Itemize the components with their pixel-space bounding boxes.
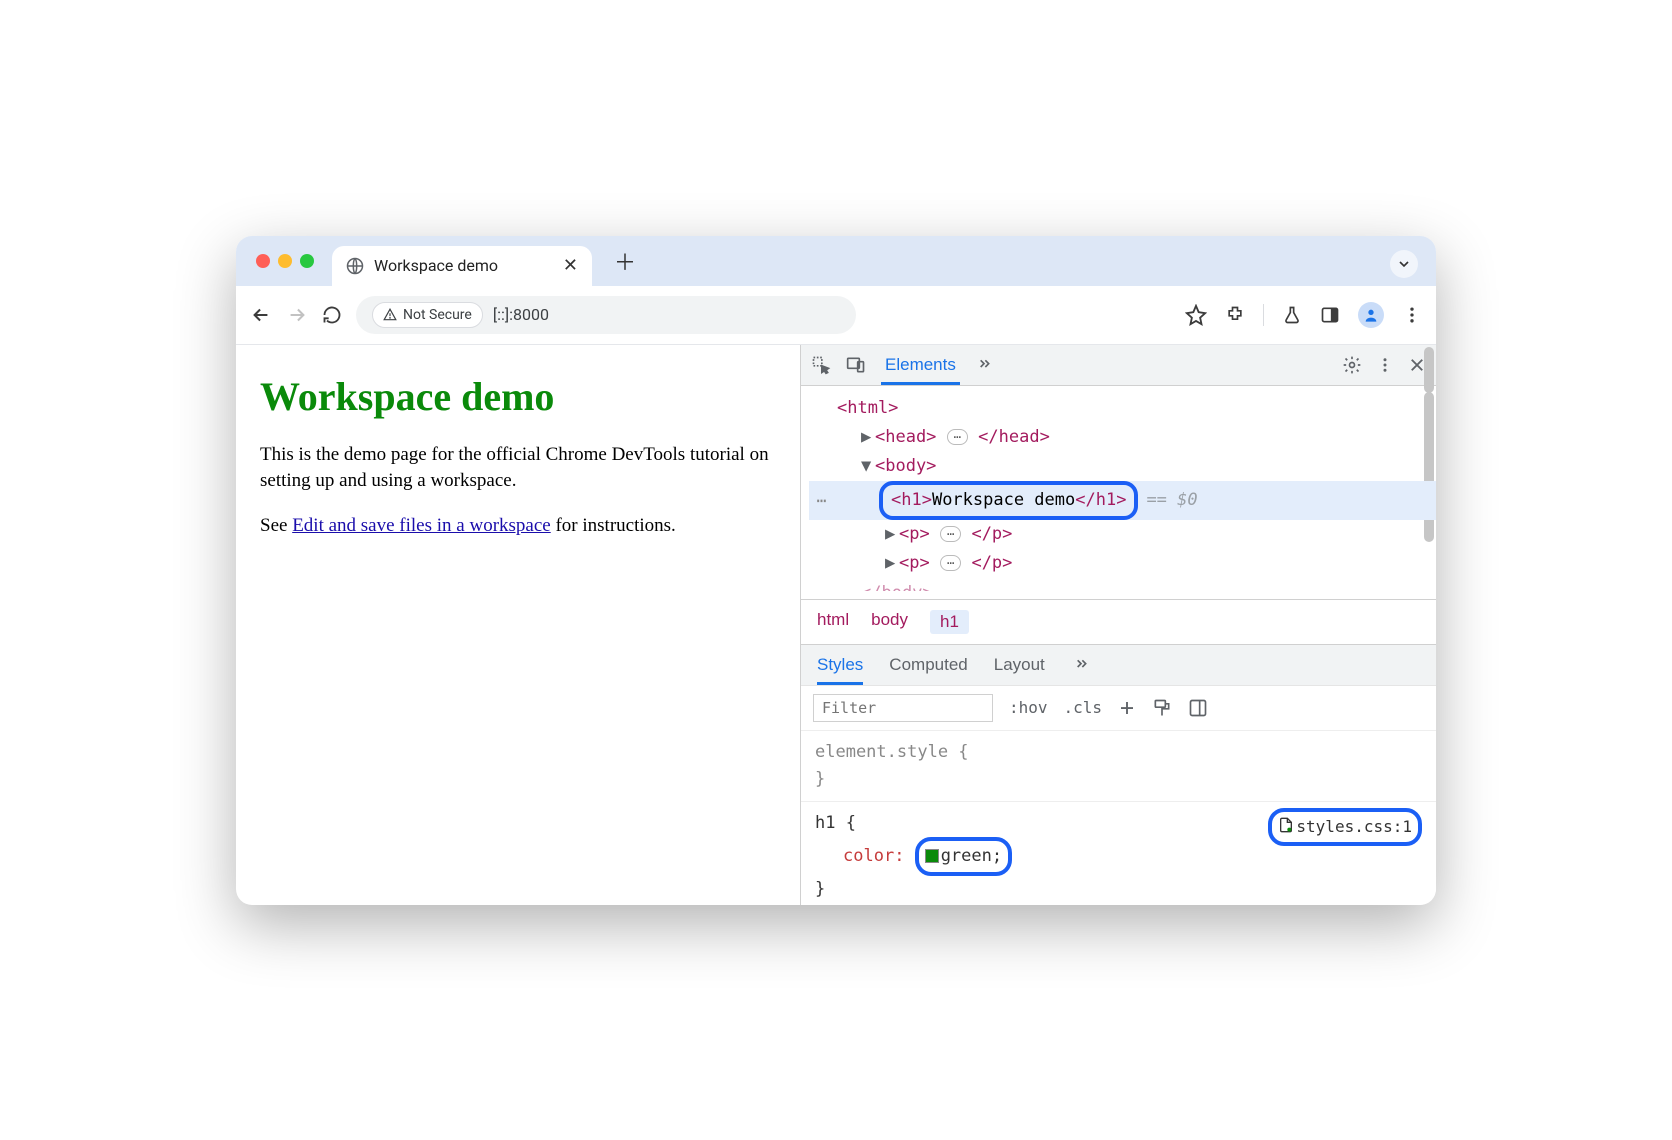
scrollbar-styles[interactable]	[1424, 347, 1434, 393]
dom-html[interactable]: <html>	[809, 394, 1436, 423]
file-icon	[1278, 815, 1294, 841]
crumb-h1[interactable]: h1	[930, 610, 969, 634]
highlight-color-value: green;	[915, 837, 1012, 876]
para2-pre: See	[260, 515, 292, 536]
dom-p2[interactable]: ▶<p> ⋯ </p>	[809, 549, 1436, 578]
browser-tab[interactable]: Workspace demo ✕	[332, 246, 592, 286]
color-swatch[interactable]	[925, 849, 939, 863]
dollar-zero: == $0	[1146, 487, 1197, 514]
css-value-green[interactable]: green	[941, 846, 992, 866]
window-controls	[256, 254, 314, 268]
address-bar[interactable]: Not Secure [::]:8000	[356, 296, 856, 334]
styles-subpanel-tabs: Styles Computed Layout	[801, 644, 1436, 685]
window-maximize-button[interactable]	[300, 254, 314, 268]
window-minimize-button[interactable]	[278, 254, 292, 268]
browser-toolbar: Not Secure [::]:8000	[236, 286, 1436, 345]
crumb-html[interactable]: html	[817, 610, 849, 634]
toolbar-divider	[1263, 304, 1264, 326]
h1-rule-close: }	[815, 876, 1422, 903]
elements-tab[interactable]: Elements	[881, 345, 960, 385]
toolbar-right	[1185, 302, 1422, 328]
hov-toggle[interactable]: :hov	[1009, 698, 1048, 717]
para2-post: for instructions.	[551, 515, 676, 536]
page-heading: Workspace demo	[260, 373, 776, 420]
dom-head[interactable]: ▶<head> ⋯ </head>	[809, 423, 1436, 452]
dom-h1-selected[interactable]: ⋯ <h1>Workspace demo</h1> == $0	[809, 481, 1436, 520]
security-label: Not Secure	[403, 307, 472, 323]
reload-button[interactable]	[322, 305, 342, 325]
element-style-close: }	[815, 766, 1422, 793]
h1-rule-block[interactable]: styles.css:1 h1 { color: green; }	[801, 801, 1436, 905]
gear-icon[interactable]	[1342, 355, 1362, 375]
page-paragraph-2: See Edit and save files in a workspace f…	[260, 513, 776, 540]
tab-list-dropdown[interactable]	[1390, 250, 1418, 278]
side-panel-icon[interactable]	[1320, 305, 1340, 325]
nav-forward-button[interactable]	[286, 304, 308, 326]
new-tab-button[interactable]: ＋	[606, 241, 644, 281]
page-paragraph-1: This is the demo page for the official C…	[260, 442, 776, 495]
labs-icon[interactable]	[1282, 305, 1302, 325]
crumb-body[interactable]: body	[871, 610, 908, 634]
dom-p1[interactable]: ▶<p> ⋯ </p>	[809, 520, 1436, 549]
dom-body[interactable]: ▼<body>	[809, 452, 1436, 481]
computed-toggle-icon[interactable]	[1188, 698, 1208, 718]
rendered-page: Workspace demo This is the demo page for…	[236, 345, 800, 905]
element-style-open: element.style {	[815, 739, 1422, 766]
cls-toggle[interactable]: .cls	[1064, 698, 1103, 717]
layout-tab[interactable]: Layout	[994, 645, 1045, 685]
devtools-toolbar: Elements	[801, 345, 1436, 386]
security-chip[interactable]: Not Secure	[372, 302, 483, 328]
content-split: Workspace demo This is the demo page for…	[236, 345, 1436, 905]
device-toggle-icon[interactable]	[845, 355, 867, 375]
profile-avatar[interactable]	[1358, 302, 1384, 328]
browser-window: Workspace demo ✕ ＋ Not Secure [::]:8000	[236, 236, 1436, 905]
css-selector: h1 {	[815, 813, 856, 833]
element-style-block[interactable]: element.style { }	[801, 730, 1436, 801]
styles-filter-row: :hov .cls	[801, 685, 1436, 730]
tab-title: Workspace demo	[374, 256, 498, 275]
devtools-panel: Elements <html> ▶<head> ⋯ </	[800, 345, 1436, 905]
row-actions-icon[interactable]: ⋯	[809, 488, 835, 514]
url-text: [::]:8000	[493, 305, 549, 324]
computed-tab[interactable]: Computed	[889, 645, 967, 685]
source-link[interactable]: styles.css:1	[1268, 808, 1422, 846]
styles-more-tabs-icon[interactable]	[1071, 657, 1091, 673]
globe-icon	[346, 257, 364, 275]
nav-back-button[interactable]	[250, 304, 272, 326]
kebab-menu-icon[interactable]	[1402, 305, 1422, 325]
new-style-rule-icon[interactable]	[1118, 699, 1136, 717]
dom-body-close[interactable]: </body>	[809, 579, 1436, 591]
star-icon[interactable]	[1185, 304, 1207, 326]
extensions-icon[interactable]	[1225, 305, 1245, 325]
dom-tree[interactable]: <html> ▶<head> ⋯ </head> ▼<body> ⋯ <h1>W…	[801, 386, 1436, 599]
highlight-h1: <h1>Workspace demo</h1>	[879, 481, 1138, 520]
dom-breadcrumb: html body h1	[801, 599, 1436, 644]
inspect-icon[interactable]	[811, 355, 831, 375]
devtools-kebab-icon[interactable]	[1376, 356, 1394, 374]
styles-filter-input[interactable]	[813, 694, 993, 722]
window-close-button[interactable]	[256, 254, 270, 268]
source-file-label: styles.css:1	[1296, 817, 1412, 836]
more-tabs-icon[interactable]	[974, 357, 994, 373]
tab-strip: Workspace demo ✕ ＋	[236, 236, 1436, 286]
tab-close-icon[interactable]: ✕	[563, 255, 578, 276]
css-property-color[interactable]: color:	[843, 846, 904, 866]
workspace-tutorial-link[interactable]: Edit and save files in a workspace	[292, 515, 551, 536]
styles-tab[interactable]: Styles	[817, 645, 863, 685]
paint-icon[interactable]	[1152, 698, 1172, 718]
